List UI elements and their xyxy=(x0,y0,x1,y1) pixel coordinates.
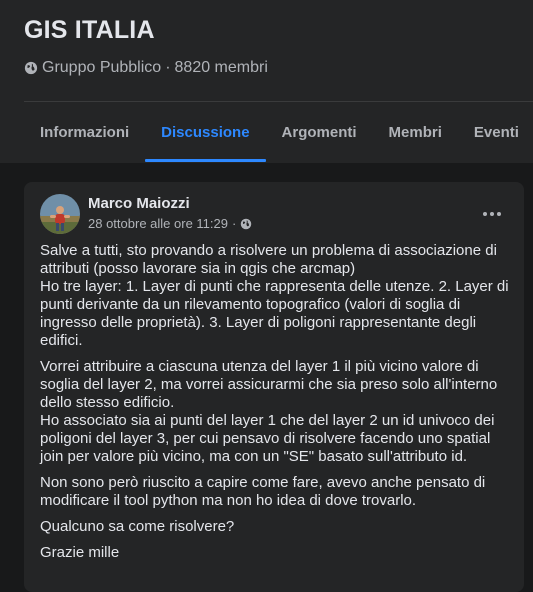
post-line: Salve a tutti, sto provando a risolvere … xyxy=(40,242,497,277)
tab-eventi[interactable]: Eventi xyxy=(458,102,533,162)
post-body: Salve a tutti, sto provando a risolvere … xyxy=(40,242,510,562)
dot-icon xyxy=(490,212,494,216)
post-paragraph: Vorrei attribuire a ciascuna utenza del … xyxy=(40,358,510,466)
dot-icon xyxy=(497,212,501,216)
post-card: Marco Maiozzi 28 ottobre alle ore 11:29 … xyxy=(24,182,524,592)
tab-informazioni[interactable]: Informazioni xyxy=(24,102,145,162)
group-privacy: Gruppo Pubblico xyxy=(42,59,162,76)
group-title[interactable]: GIS ITALIA xyxy=(24,16,155,45)
post-line: Qualcuno sa come risolvere? xyxy=(40,518,235,535)
post-paragraph: Grazie mille xyxy=(40,544,510,562)
post-line: Grazie mille xyxy=(40,544,120,561)
post-author[interactable]: Marco Maiozzi xyxy=(88,195,190,212)
avatar[interactable] xyxy=(40,194,80,234)
meta-separator: · xyxy=(231,216,237,231)
group-header: GIS ITALIA Gruppo Pubblico · 8820 membri… xyxy=(0,0,533,163)
meta-separator: · xyxy=(165,59,171,76)
tab-membri[interactable]: Membri xyxy=(373,102,458,162)
post-line: Ho associato sia ai punti del layer 1 ch… xyxy=(40,412,495,465)
globe-icon xyxy=(24,61,38,75)
more-options-button[interactable] xyxy=(474,202,510,226)
group-members-count[interactable]: 8820 membri xyxy=(175,59,268,77)
tab-argomenti[interactable]: Argomenti xyxy=(266,102,373,162)
post-paragraph: Salve a tutti, sto provando a risolvere … xyxy=(40,242,510,350)
post-line: Ho tre layer: 1. Layer di punti che rapp… xyxy=(40,278,509,349)
post-line: Vorrei attribuire a ciascuna utenza del … xyxy=(40,358,498,411)
group-tabs: Informazioni Discussione Argomenti Membr… xyxy=(24,102,533,162)
avatar-image xyxy=(40,194,80,234)
post-line: Non sono però riuscito a capire come far… xyxy=(40,474,486,509)
dot-icon xyxy=(483,212,487,216)
post-timestamp[interactable]: 28 ottobre alle ore 11:29 xyxy=(88,216,228,231)
post-meta: 28 ottobre alle ore 11:29 · xyxy=(88,216,252,231)
group-meta: Gruppo Pubblico · 8820 membri xyxy=(24,59,268,77)
post-paragraph: Non sono però riuscito a capire come far… xyxy=(40,474,510,510)
tab-discussione[interactable]: Discussione xyxy=(145,102,266,162)
globe-icon xyxy=(241,218,252,229)
post-paragraph: Qualcuno sa come risolvere? xyxy=(40,518,510,536)
